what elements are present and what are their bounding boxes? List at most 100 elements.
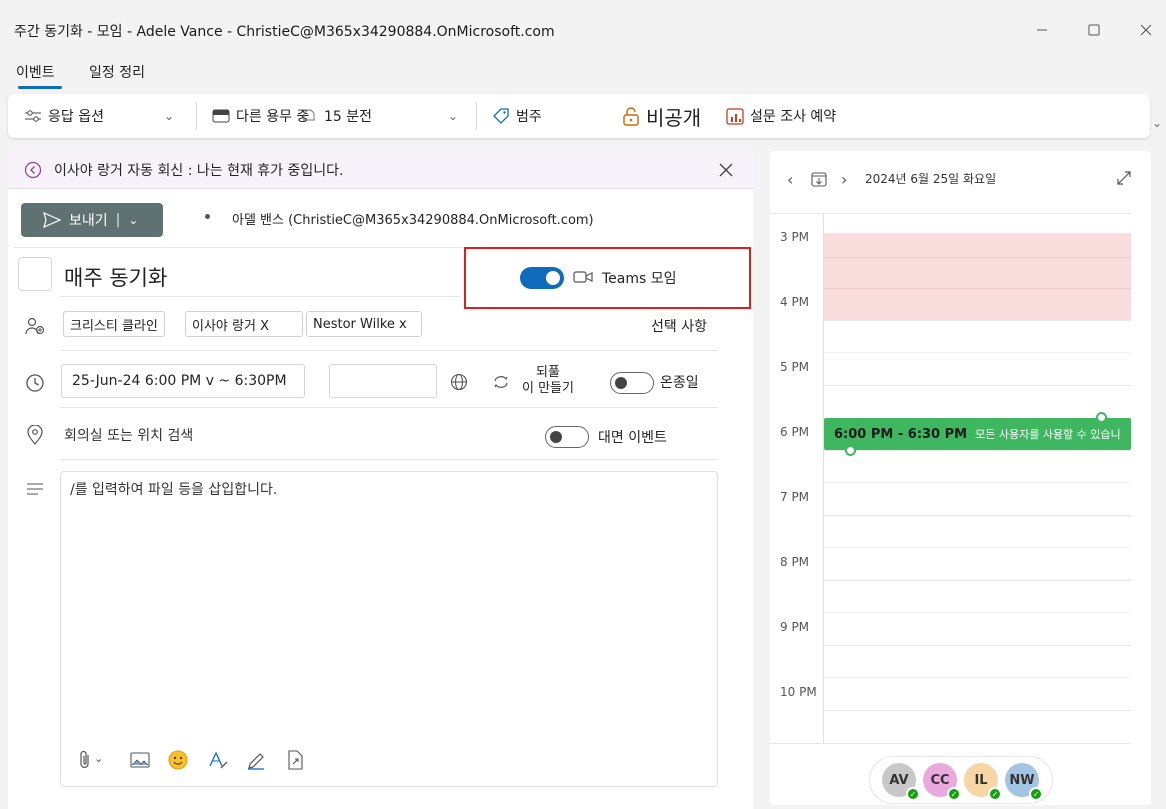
lock-icon [623, 107, 639, 126]
text-lines-icon [24, 478, 46, 500]
ribbon-separator [476, 102, 477, 130]
dismiss-notice-button[interactable] [718, 162, 734, 182]
divider [770, 213, 1131, 214]
hour-label: 7 PM [780, 490, 810, 504]
private-label: 비공개 [646, 105, 702, 130]
repeat-icon[interactable] [490, 371, 512, 393]
accepted-check-icon: ✓ [988, 787, 1002, 801]
schedule-poll-button[interactable]: 설문 조사 예약 [726, 104, 836, 128]
private-button[interactable]: 비공개 [622, 104, 702, 130]
event-block[interactable]: 6:00 PM - 6:30 PM 모든 사용자를 사용할 수 있습니 [824, 418, 1131, 450]
emoji-icon[interactable] [168, 750, 188, 774]
reminder-dropdown[interactable]: 15 분전 ⌄ [300, 104, 458, 128]
half-hour-line [824, 547, 1131, 548]
attendee-chip[interactable]: Nestor Wilke x [306, 311, 422, 337]
expand-icon[interactable] [1116, 170, 1132, 190]
busy-status-label: 다른 용무 중 [236, 109, 310, 125]
minimize-button[interactable] [1022, 14, 1062, 46]
response-options-button[interactable]: 응답 옵션 ⌄ [24, 104, 174, 128]
chevron-down-icon[interactable]: ⌄ [128, 213, 138, 227]
avatar-initials: CC [930, 772, 950, 788]
active-tab-indicator [18, 86, 62, 89]
chevron-down-icon[interactable]: ⌄ [94, 752, 103, 765]
category-button[interactable]: 범주 [492, 104, 542, 128]
poll-icon [726, 108, 744, 125]
event-availability: 모든 사용자를 사용할 수 있습니 [975, 428, 1121, 441]
hour-line [824, 320, 1131, 321]
event-title-input[interactable]: 매주 동기화 [64, 262, 167, 292]
image-icon[interactable] [130, 752, 150, 772]
send-label: 보내기 [69, 213, 108, 229]
globe-icon[interactable] [448, 371, 470, 393]
divider [60, 407, 718, 408]
sliders-icon [25, 110, 41, 122]
body-placeholder: /를 입력하여 파일 등을 삽입합니다. [70, 482, 278, 498]
minimize-icon [1037, 29, 1047, 31]
in-person-toggle[interactable] [545, 426, 589, 448]
hour-line [824, 580, 1131, 581]
hour-label: 10 PM [780, 685, 817, 699]
close-icon [719, 163, 733, 177]
signature-pen-icon[interactable] [246, 750, 266, 774]
timezone-dropdown[interactable] [329, 364, 437, 398]
busy-status-dropdown[interactable]: 다른 용무 중 [212, 104, 309, 128]
go-to-today-icon[interactable] [811, 171, 827, 191]
datetime-input[interactable]: 25-Jun-24 6:00 PM v ~ 6:30PM [61, 364, 305, 398]
hour-line [824, 233, 1131, 234]
maximize-icon [1088, 24, 1100, 36]
arrow-back-icon [24, 161, 42, 183]
hour-line [824, 450, 1131, 451]
send-button[interactable]: 보내기 | ⌄ [21, 203, 163, 237]
optional-attendees-link[interactable]: 선택 사항 [651, 316, 707, 336]
close-icon [1140, 24, 1152, 36]
auto-reply-text: 이사야 랑거 자동 회신 : 나는 현재 휴가 중입니다. [54, 163, 344, 179]
event-time: 6:00 PM - 6:30 PM [834, 426, 968, 442]
tab-event[interactable]: 이벤트 [16, 62, 55, 82]
body-editor[interactable] [60, 471, 718, 787]
ribbon-expand-icon[interactable]: ⌄ [1152, 116, 1162, 130]
insert-file-icon[interactable] [286, 750, 304, 774]
make-recurring-button[interactable]: 되풀 이 만들기 [522, 365, 574, 397]
tab-scheduling[interactable]: 일정 정리 [89, 62, 145, 82]
half-hour-line [824, 257, 1131, 258]
avatar[interactable]: IL ✓ [964, 763, 1002, 801]
resize-handle-bottom[interactable] [845, 445, 856, 456]
calendar-color-picker[interactable] [18, 257, 52, 291]
datetime-value: 25-Jun-24 6:00 PM v ~ 6:30PM [72, 373, 287, 389]
previous-day-button[interactable]: ‹ [787, 170, 793, 189]
attendee-chip[interactable]: 이사야 랑거 X [185, 311, 303, 337]
format-text-icon[interactable] [208, 750, 228, 774]
location-search-input[interactable]: 회의실 또는 위치 검색 [64, 425, 193, 445]
half-hour-line [824, 677, 1131, 678]
from-account[interactable]: 아델 밴스 (ChristieC@M365x34290884.OnMicroso… [232, 209, 594, 228]
reminder-label: 15 분전 [324, 109, 373, 125]
clock-icon [24, 372, 46, 394]
busy-block [824, 233, 1131, 320]
calendar-date-label[interactable]: 2024년 6월 25일 화요일 [865, 170, 996, 187]
half-hour-line [824, 352, 1131, 353]
from-bullet [205, 214, 210, 219]
hour-label: 4 PM [780, 295, 810, 309]
hour-line [824, 710, 1131, 711]
ribbon-separator [196, 102, 197, 130]
response-options-label: 응답 옵션 [48, 109, 104, 125]
resize-handle-top[interactable] [1096, 412, 1107, 423]
highlight-box [464, 247, 751, 309]
avatar-initials: IL [974, 772, 988, 788]
avatar-initials: NW [1009, 772, 1035, 788]
half-hour-line [824, 482, 1131, 483]
avatar[interactable]: CC ✓ [923, 763, 961, 801]
avatar[interactable]: NW ✓ [1005, 763, 1043, 801]
in-person-label: 대면 이벤트 [598, 430, 667, 446]
attendee-chip[interactable]: 크리스티 클라인 [63, 311, 165, 337]
avatar[interactable]: AV ✓ [882, 763, 920, 801]
next-day-button[interactable]: › [841, 170, 847, 189]
accepted-check-icon: ✓ [1029, 787, 1043, 801]
all-day-toggle[interactable] [610, 372, 654, 394]
maximize-button[interactable] [1074, 14, 1114, 46]
attach-icon[interactable] [78, 750, 92, 774]
avatar-initials: AV [889, 772, 909, 788]
close-window-button[interactable] [1126, 14, 1166, 46]
chevron-down-icon: ⌄ [163, 109, 175, 123]
hour-line [824, 515, 1131, 516]
